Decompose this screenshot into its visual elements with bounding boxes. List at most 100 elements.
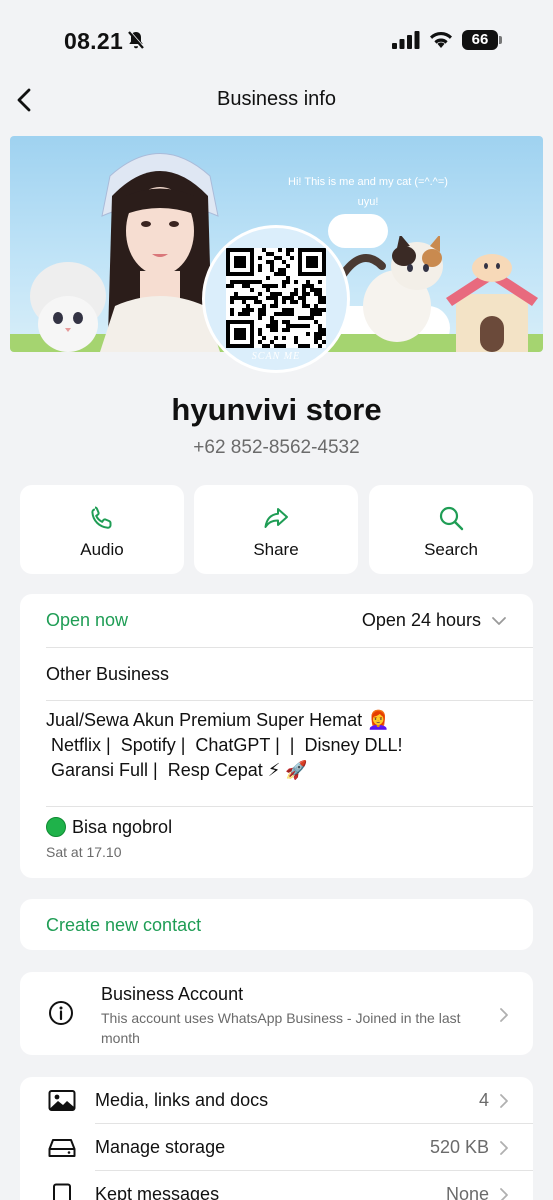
create-contact-button[interactable]: Create new contact (20, 899, 533, 950)
qr-module (234, 280, 238, 284)
qr-module (258, 264, 262, 268)
qr-finder-pattern (234, 256, 246, 268)
qr-module (302, 284, 306, 288)
qr-module (318, 344, 322, 348)
profile-avatar[interactable]: SCAN ME (202, 225, 350, 373)
audio-call-button[interactable]: Audio (20, 485, 184, 574)
qr-module (290, 312, 294, 316)
qr-module (274, 284, 278, 288)
manage-storage-row[interactable]: Manage storage 520 KB (20, 1124, 533, 1170)
qr-module (282, 260, 286, 264)
business-account-row[interactable]: Business Account This account uses Whats… (20, 972, 533, 1055)
qr-module (262, 336, 266, 340)
qr-module (278, 248, 282, 252)
qr-module (318, 324, 322, 328)
qr-module (258, 340, 262, 344)
qr-module (258, 312, 262, 316)
qr-module (234, 296, 238, 300)
qr-module (246, 308, 250, 312)
share-button[interactable]: Share (194, 485, 358, 574)
qr-module (306, 324, 310, 328)
qr-module (298, 316, 302, 320)
qr-module (274, 324, 278, 328)
search-icon (439, 506, 464, 531)
hours-dropdown[interactable]: Open 24 hours (362, 610, 507, 631)
qr-module (282, 300, 286, 304)
image-icon (48, 1090, 76, 1111)
qr-module (242, 300, 246, 304)
hours-label: Open 24 hours (361, 610, 481, 630)
qr-module (262, 308, 266, 312)
qr-module (274, 336, 278, 340)
qr-module (270, 316, 274, 320)
qr-module (246, 284, 250, 288)
divider (46, 700, 533, 701)
qr-module (314, 288, 318, 292)
qr-module (314, 292, 318, 296)
kept-messages-row[interactable]: Kept messages None (20, 1171, 533, 1200)
storage-label: Manage storage (95, 1137, 226, 1157)
qr-module (306, 344, 310, 348)
qr-module (306, 332, 310, 336)
qr-module (318, 332, 322, 336)
qr-module (286, 248, 290, 252)
qr-module (306, 304, 310, 308)
qr-module (242, 308, 246, 312)
nav-bar: Business info (0, 80, 553, 120)
qr-module (230, 280, 234, 284)
qr-module (250, 296, 254, 300)
qr-module (278, 256, 282, 260)
qr-module (270, 284, 274, 288)
qr-module (314, 304, 318, 308)
qr-code-graphic (226, 248, 326, 348)
qr-module (282, 272, 286, 276)
qr-module (290, 256, 294, 260)
qr-module (302, 344, 306, 348)
description-line: Jual/Sewa Akun Premium Super Hemat 👩‍🦰 (46, 710, 390, 730)
qr-module (278, 272, 282, 276)
profile-name: hyunvivi store (171, 392, 382, 427)
qr-module (290, 308, 294, 312)
business-account-subtitle: This account uses WhatsApp Business - Jo… (101, 1010, 461, 1046)
qr-module (290, 324, 294, 328)
banner-caption-line: Hi! This is me and my cat (=^.^=) (288, 176, 448, 188)
chevron-down-icon (492, 617, 506, 626)
qr-module (266, 344, 270, 348)
qr-finder-pattern (234, 328, 246, 340)
qr-module (302, 324, 306, 328)
qr-module (322, 308, 326, 312)
qr-module (286, 312, 290, 316)
media-links-docs-row[interactable]: Media, links and docs 4 (20, 1077, 533, 1123)
info-icon (49, 1001, 73, 1025)
qr-module (306, 284, 310, 288)
qr-module (226, 284, 230, 288)
share-label: Share (253, 540, 299, 559)
bookmark-icon (53, 1183, 71, 1200)
qr-module (294, 324, 298, 328)
banner-caption: Hi! This is me and my cat (=^.^=) uyu! (278, 172, 458, 212)
divider (46, 806, 533, 807)
qr-module (230, 284, 234, 288)
qr-module (230, 296, 234, 300)
qr-module (294, 288, 298, 292)
qr-module (262, 312, 266, 316)
qr-module (302, 288, 306, 292)
qr-module (322, 332, 326, 336)
qr-module (318, 300, 322, 304)
scan-me-label: SCAN ME (251, 351, 301, 362)
qr-module (302, 316, 306, 320)
create-contact-label: Create new contact (46, 915, 202, 935)
qr-module (310, 288, 314, 292)
qr-module (278, 268, 282, 272)
description-line: Garansi Full | Resp Cepat ⚡ 🚀 (46, 760, 308, 780)
qr-module (230, 300, 234, 304)
qr-module (314, 340, 318, 344)
qr-module (270, 268, 274, 272)
qr-module (270, 340, 274, 344)
battery-tip (499, 36, 502, 44)
qr-module (274, 328, 278, 332)
qr-module (242, 284, 246, 288)
qr-module (278, 344, 282, 348)
qr-module (234, 292, 238, 296)
search-button[interactable]: Search (369, 485, 533, 574)
